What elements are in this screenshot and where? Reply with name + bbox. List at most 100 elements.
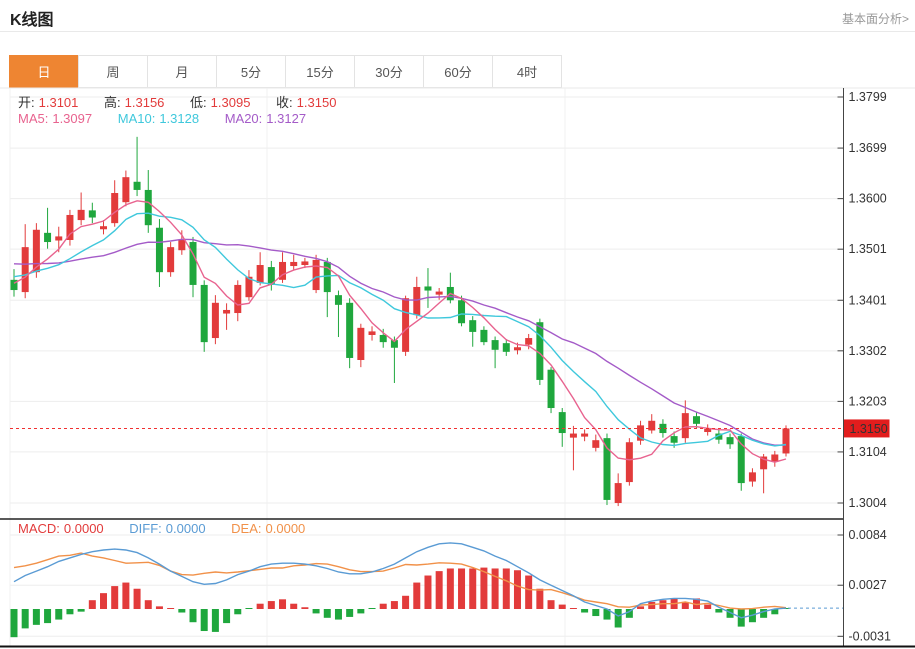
macd-bar xyxy=(324,609,331,618)
candle xyxy=(78,210,85,220)
macd-bar xyxy=(22,609,29,628)
candle xyxy=(335,295,342,305)
macd-axis-label: 0.0027 xyxy=(849,578,887,592)
ma10-line xyxy=(14,213,786,446)
candle xyxy=(514,347,521,350)
candle xyxy=(648,421,655,431)
y-axis-label: 1.3203 xyxy=(849,394,887,408)
candle xyxy=(548,370,555,408)
candle xyxy=(592,440,599,448)
macd-bar xyxy=(313,609,320,613)
candle xyxy=(402,298,409,352)
candle xyxy=(369,331,376,335)
candle xyxy=(178,240,185,250)
macd-bar xyxy=(223,609,230,623)
candle xyxy=(100,226,107,229)
macd-bar xyxy=(335,609,342,620)
candle xyxy=(682,413,689,438)
macd-bar xyxy=(122,583,129,609)
candle xyxy=(525,338,532,345)
ma20-line xyxy=(14,239,786,445)
macd-bar xyxy=(290,604,297,609)
macd-bar xyxy=(581,609,588,613)
macd-bar xyxy=(178,609,185,613)
candle xyxy=(111,193,118,223)
macd-bar xyxy=(715,609,722,613)
candle xyxy=(424,286,431,290)
macd-bar xyxy=(436,571,443,609)
candle xyxy=(212,303,219,338)
macd-bar xyxy=(369,608,376,609)
candle xyxy=(44,233,51,242)
macd-bar xyxy=(268,601,275,609)
macd-bar xyxy=(167,608,174,609)
candle xyxy=(480,330,487,342)
candle xyxy=(503,343,510,352)
ma5-line xyxy=(14,201,786,462)
kline-page: K线图 基本面分析> 日周月5分15分30分60分4时 1.37991.3699… xyxy=(0,0,915,649)
candle xyxy=(156,228,163,272)
candle xyxy=(727,437,734,444)
macd-bar xyxy=(503,568,510,609)
macd-bar xyxy=(413,583,420,609)
macd-bar xyxy=(548,600,555,609)
candle xyxy=(290,262,297,266)
candle xyxy=(559,412,566,433)
macd-bar xyxy=(469,568,476,609)
candle xyxy=(301,261,308,265)
macd-bar xyxy=(279,599,286,609)
candle xyxy=(749,472,756,481)
diff-line xyxy=(14,543,786,618)
macd-bar xyxy=(245,608,252,609)
macd-bar xyxy=(514,570,521,609)
candle xyxy=(626,442,633,482)
macd-bar xyxy=(615,609,622,628)
candle xyxy=(783,428,790,453)
macd-bar xyxy=(648,602,655,609)
macd-bar xyxy=(424,576,431,609)
macd-bar xyxy=(100,593,107,609)
candle xyxy=(145,190,152,225)
candle xyxy=(671,436,678,443)
macd-bar xyxy=(66,609,73,614)
macd-bar xyxy=(536,589,543,609)
y-axis-label: 1.3600 xyxy=(849,192,887,206)
y-axis-label: 1.3401 xyxy=(849,293,887,307)
macd-bar xyxy=(559,605,566,609)
y-axis-label: 1.3799 xyxy=(849,90,887,104)
kline-chart[interactable]: 1.37991.36991.36001.35011.34011.33021.32… xyxy=(0,0,915,649)
macd-bar xyxy=(78,609,85,612)
macd-bar xyxy=(44,609,51,623)
macd-bar xyxy=(156,606,163,609)
macd-bar xyxy=(134,589,141,609)
macd-bar xyxy=(301,607,308,609)
candle xyxy=(413,287,420,315)
macd-bar xyxy=(402,596,409,609)
candle xyxy=(234,285,241,313)
y-axis-label: 1.3501 xyxy=(849,242,887,256)
candle xyxy=(89,210,96,217)
candle xyxy=(167,247,174,272)
macd-bar xyxy=(380,604,387,609)
macd-bar xyxy=(570,608,577,609)
y-axis-label: 1.3104 xyxy=(849,445,887,459)
y-axis-label: 1.3699 xyxy=(849,141,887,155)
last-price-value: 1.3150 xyxy=(850,422,888,436)
candle xyxy=(223,310,230,314)
macd-bar xyxy=(33,609,40,625)
macd-bar xyxy=(447,568,454,609)
candle xyxy=(257,265,264,283)
candle xyxy=(201,285,208,342)
candle xyxy=(55,236,62,240)
candle xyxy=(581,434,588,437)
macd-bar xyxy=(11,609,18,637)
candle xyxy=(357,328,364,360)
y-axis-label: 1.3004 xyxy=(849,496,887,510)
candle xyxy=(469,320,476,332)
macd-bar xyxy=(212,609,219,632)
candle xyxy=(134,182,141,190)
macd-bar xyxy=(55,609,62,620)
macd-bar xyxy=(458,568,465,609)
candle xyxy=(22,247,29,292)
candle xyxy=(693,416,700,424)
